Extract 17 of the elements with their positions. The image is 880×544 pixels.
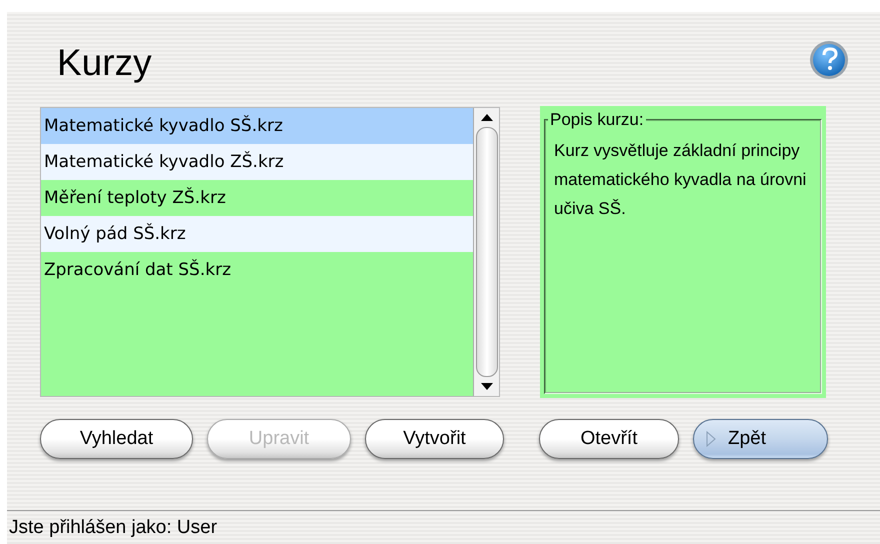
- course-item[interactable]: Matematické kyvadlo SŠ.krz: [41, 108, 473, 144]
- action-button[interactable]: Vyhledat: [40, 419, 193, 459]
- action-button[interactable]: Zpět: [693, 419, 828, 459]
- course-item[interactable]: Matematické kyvadlo ZŠ.krz: [41, 144, 473, 180]
- help-icon[interactable]: [808, 38, 850, 80]
- action-button[interactable]: Vytvořit: [365, 419, 504, 459]
- course-item[interactable]: Volný pád SŠ.krz: [41, 216, 473, 252]
- page-title: Kurzy: [57, 40, 152, 84]
- scrollbar[interactable]: [473, 108, 499, 396]
- description-legend: Popis kurzu:: [548, 110, 646, 130]
- status-text: Jste přihlášen jako: User: [9, 516, 218, 538]
- play-icon: [706, 431, 716, 447]
- action-button[interactable]: Otevřít: [539, 419, 679, 459]
- scroll-up-arrow-icon[interactable]: [480, 112, 494, 122]
- course-description: Kurz vysvětluje základní principy matematického kyvadla na úrovni učiva SŠ.: [554, 140, 808, 220]
- scroll-thumb[interactable]: [476, 127, 498, 377]
- scroll-down-arrow-icon[interactable]: [480, 382, 494, 392]
